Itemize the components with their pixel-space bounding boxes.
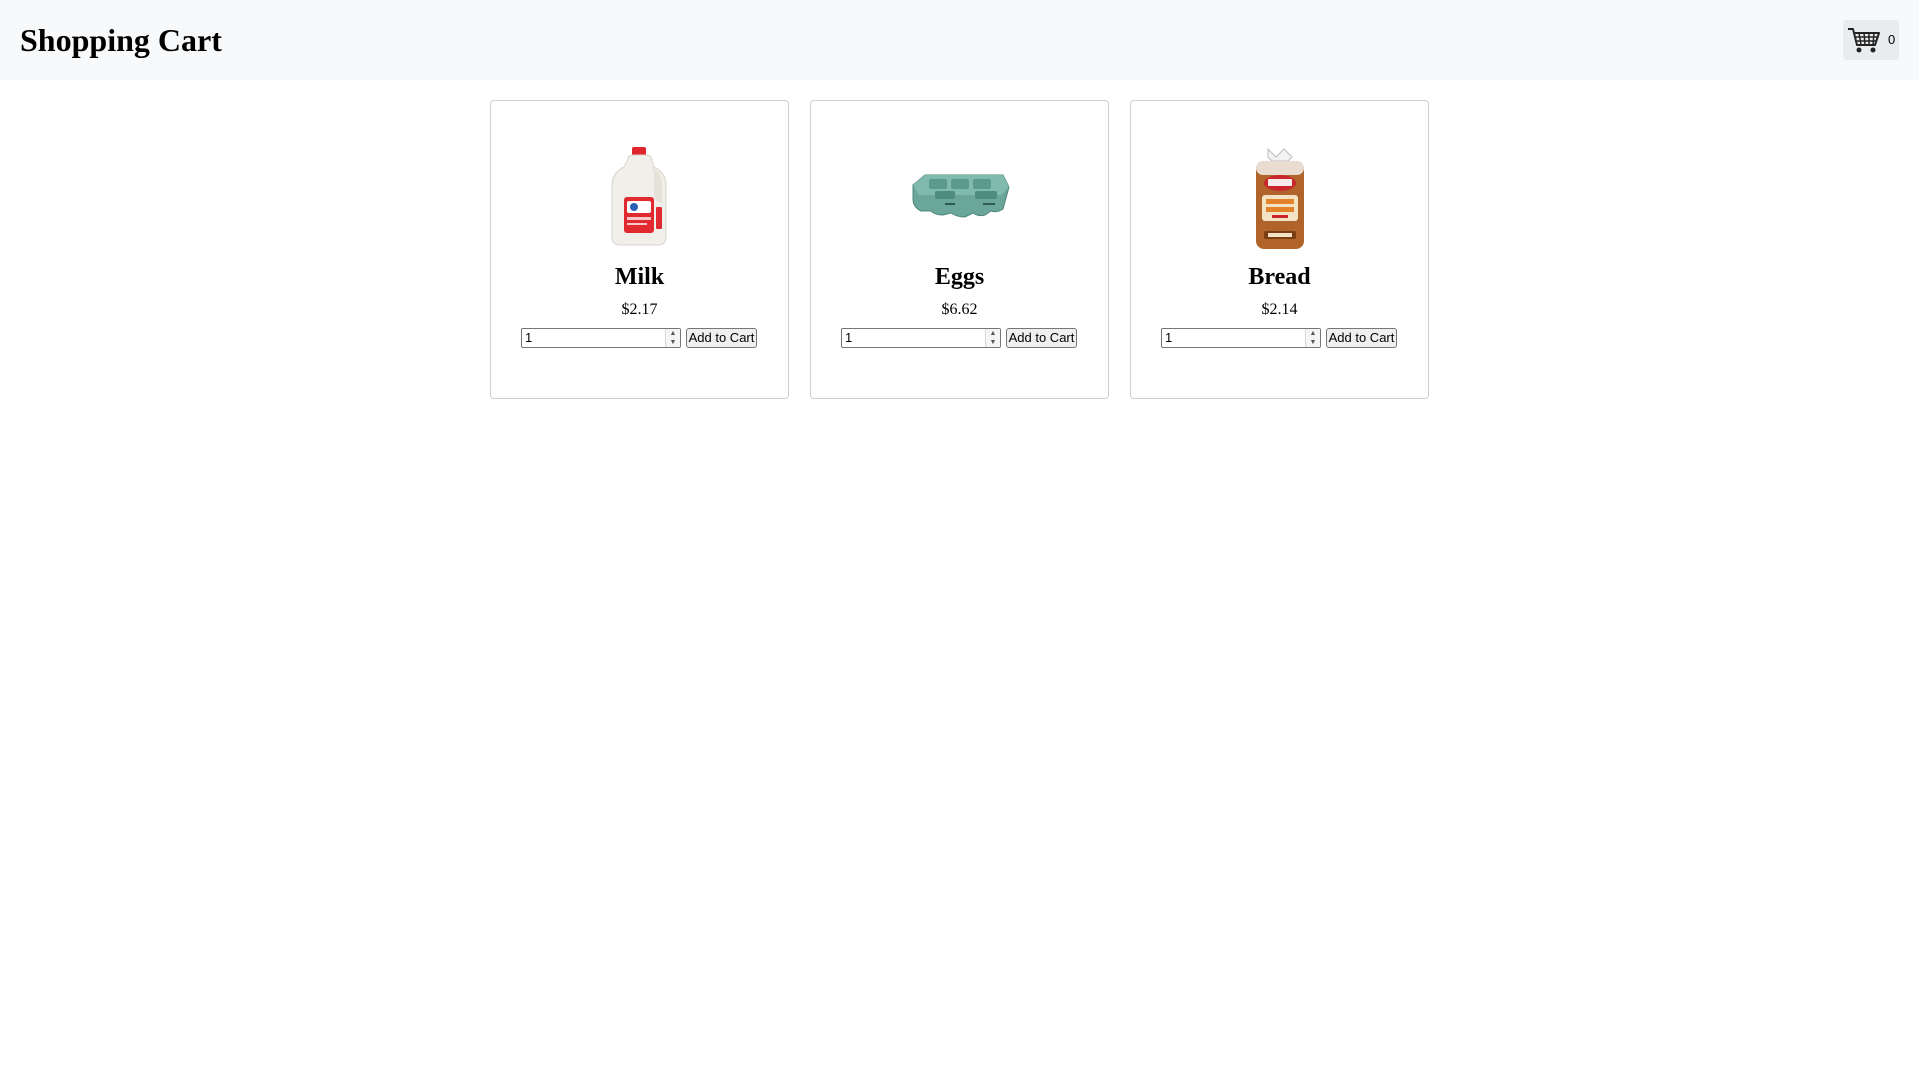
bread-loaf-image (1255, 147, 1304, 249)
add-to-cart-button[interactable]: Add to Cart (1326, 328, 1397, 348)
product-price: $6.62 (941, 301, 978, 318)
chevron-up-icon[interactable]: ▲ (1306, 329, 1320, 338)
page-title: Shopping Cart (20, 22, 222, 58)
product-name: Milk (614, 264, 665, 290)
quantity-stepper[interactable]: ▲ ▼ (1305, 329, 1320, 347)
quantity-value: 1 (525, 330, 533, 345)
egg-carton-image (912, 174, 1010, 218)
add-to-cart-button[interactable]: Add to Cart (1006, 328, 1077, 348)
product-image (491, 145, 788, 255)
product-card-milk: Milk $2.17 1 ▲ ▼ Add to Cart (490, 100, 789, 399)
quantity-value: 1 (845, 330, 853, 345)
quantity-value: 1 (1165, 330, 1173, 345)
product-card-bread: Bread $2.14 1 ▲ ▼ Add to Cart (1130, 100, 1429, 399)
quantity-stepper[interactable]: ▲ ▼ (985, 329, 1000, 347)
quantity-input[interactable]: 1 ▲ ▼ (1161, 328, 1321, 348)
product-price: $2.14 (1261, 301, 1298, 318)
product-name: Bread (1248, 264, 1311, 290)
quantity-input[interactable]: 1 ▲ ▼ (521, 328, 681, 348)
chevron-down-icon[interactable]: ▼ (666, 338, 680, 347)
product-card-eggs: Eggs $6.62 1 ▲ ▼ Add to Cart (810, 100, 1109, 399)
chevron-down-icon[interactable]: ▼ (986, 338, 1000, 347)
milk-jug-image (611, 147, 666, 246)
product-name: Eggs (934, 264, 985, 290)
cart-count-badge: 0 (1888, 32, 1896, 47)
product-price: $2.17 (621, 301, 658, 318)
page-header: Shopping Cart 0 (0, 0, 1919, 80)
quantity-input[interactable]: 1 ▲ ▼ (841, 328, 1001, 348)
chevron-up-icon[interactable]: ▲ (986, 329, 1000, 338)
cart-button[interactable]: 0 (1843, 20, 1899, 60)
shopping-cart-icon (1848, 28, 1880, 53)
chevron-down-icon[interactable]: ▼ (1306, 338, 1320, 347)
quantity-stepper[interactable]: ▲ ▼ (665, 329, 680, 347)
add-to-cart-button[interactable]: Add to Cart (686, 328, 757, 348)
product-image (811, 145, 1108, 255)
chevron-up-icon[interactable]: ▲ (666, 329, 680, 338)
product-image (1131, 145, 1428, 255)
